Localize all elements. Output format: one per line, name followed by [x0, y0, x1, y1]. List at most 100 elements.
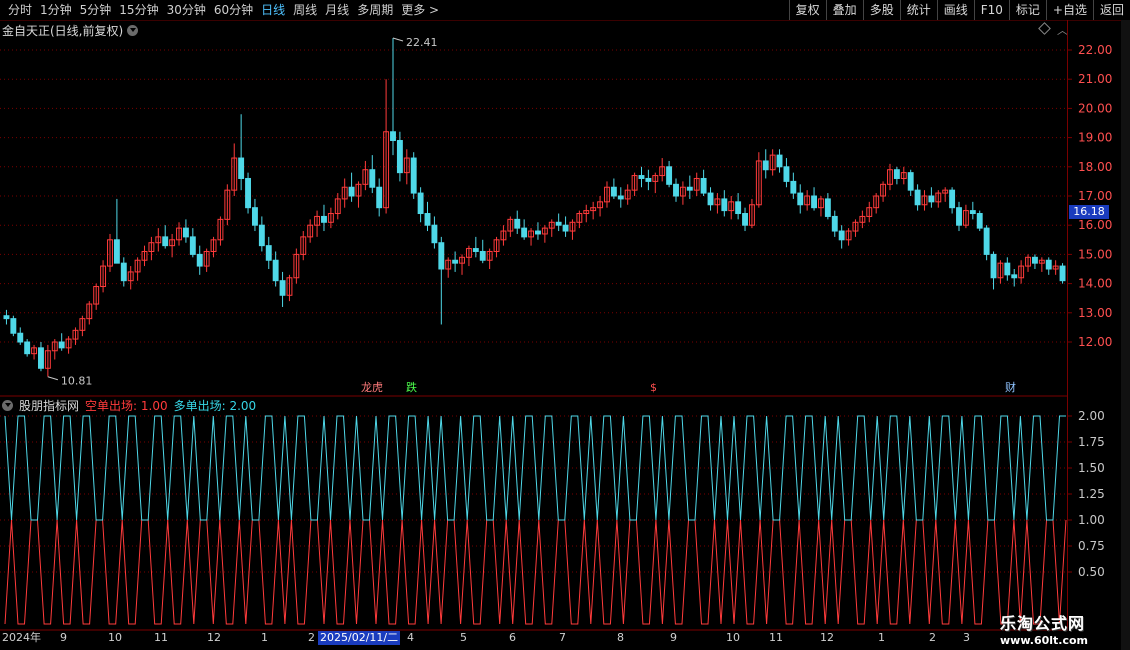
indicator-tick-label: 0.50	[1078, 565, 1105, 579]
indicator-tick-label: 0.75	[1078, 539, 1105, 553]
candle-body	[514, 218, 521, 229]
candle-body	[472, 248, 479, 252]
high-pointer	[392, 37, 404, 42]
candle-body	[776, 154, 783, 168]
candle-body	[645, 177, 652, 182]
marker-die[interactable]: 跌	[406, 382, 417, 394]
indicator-tick-label: 2.00	[1078, 409, 1105, 423]
watermark-title: 乐淘公式网	[1000, 614, 1086, 633]
y-tick-label: 17.00	[1078, 189, 1112, 203]
candle-body	[410, 157, 417, 194]
date-label: 1	[261, 631, 268, 644]
candle-body	[58, 341, 65, 349]
candle-body	[638, 175, 645, 179]
y-tick-label: 22.00	[1078, 43, 1112, 57]
low-pointer	[47, 376, 59, 381]
candle-body	[1011, 274, 1018, 279]
duo-label: 多单出场: 2.00	[173, 398, 257, 413]
date-label: 11	[154, 631, 168, 644]
candle-body	[17, 332, 24, 343]
y-tick-label: 20.00	[1078, 101, 1112, 115]
candle-body	[797, 192, 804, 206]
marker-cai[interactable]: 财	[1005, 382, 1016, 394]
candle-body	[1031, 256, 1038, 264]
candle-body	[893, 169, 900, 179]
candle-body	[272, 259, 279, 282]
watermark-url: www.60lt.com	[1000, 634, 1089, 647]
axis-separator	[1067, 20, 1068, 630]
candle-body	[666, 166, 673, 185]
candle-body	[928, 195, 935, 203]
indicator-tick-label: 1.50	[1078, 461, 1105, 475]
candle-body	[617, 195, 624, 200]
date-label: 6	[509, 631, 516, 644]
candle-body	[120, 262, 127, 282]
candle-body	[390, 131, 396, 142]
candle-body	[369, 169, 376, 188]
candle-body	[562, 224, 569, 232]
candle-body	[245, 177, 251, 209]
candle-body	[396, 140, 403, 174]
candle-body	[976, 213, 983, 229]
date-axis: 2024年 9 10 11 12 1 2 4 5 6 7 8 9 10 11 1…	[0, 631, 1068, 645]
candle-body	[113, 239, 120, 264]
watermark: 乐淘公式网 www.60lt.com	[1000, 610, 1088, 647]
date-label: 10	[108, 631, 122, 644]
candle-body	[196, 253, 203, 267]
candle-body	[983, 227, 990, 255]
date-label: 11	[769, 631, 783, 644]
right-scroll-strip[interactable]	[1121, 20, 1130, 650]
candle-body	[417, 192, 424, 215]
low-label: 10.81	[61, 375, 93, 388]
date-label: 5	[460, 631, 467, 644]
candle-body	[956, 207, 962, 226]
marker-longhu[interactable]: 龙虎	[361, 382, 383, 394]
candle-body	[555, 221, 562, 226]
candle-body	[969, 210, 976, 215]
candle-body	[721, 198, 728, 212]
candle-body	[1059, 265, 1066, 282]
candle-body	[686, 186, 693, 191]
date-label: 9	[670, 631, 677, 644]
candle-body	[707, 192, 714, 206]
candle-body	[376, 186, 383, 209]
indicator-tick-label: 1.75	[1078, 435, 1105, 449]
candle-body	[742, 213, 748, 226]
date-label: 2024年	[2, 631, 41, 644]
candle-body	[251, 207, 258, 226]
candle-body	[258, 224, 265, 247]
y-tick-label: 15.00	[1078, 247, 1112, 261]
candle-body	[1004, 262, 1011, 276]
candle-body	[38, 347, 44, 369]
candle-body	[535, 230, 541, 235]
date-label: 7	[559, 631, 566, 644]
date-label: 4	[407, 631, 414, 644]
date-label: 3	[963, 631, 970, 644]
indicator-tick-label: 1.00	[1078, 513, 1105, 527]
candle-body	[914, 189, 921, 206]
y-tick-label: 12.00	[1078, 335, 1112, 349]
indicator-tick-label: 1.25	[1078, 487, 1105, 501]
candle-body	[321, 215, 327, 223]
date-label: 2	[308, 631, 315, 644]
date-label: 9	[60, 631, 67, 644]
candle-body	[521, 227, 528, 238]
date-label: 2	[929, 631, 936, 644]
indicator-title: 股朋指标网 空单出场: 1.00 多单出场: 2.00	[2, 398, 257, 413]
candle-body	[265, 245, 272, 261]
candle-body	[811, 195, 818, 209]
candle-body	[348, 186, 355, 197]
candle-body	[610, 186, 617, 197]
indicator-dropdown-icon[interactable]	[2, 399, 13, 411]
date-label: 8	[617, 631, 624, 644]
y-tick-label: 21.00	[1078, 72, 1112, 86]
candle-body	[279, 280, 286, 296]
candle-body	[990, 253, 997, 279]
y-tick-label: 18.00	[1078, 160, 1112, 174]
candle-body	[762, 160, 769, 171]
date-label: 1	[878, 631, 885, 644]
chart-canvas: 12.00 13.00 14.00 15.00 16.00 17.00 18.00 19.00…	[0, 36, 1112, 631]
candle-body	[790, 180, 797, 194]
marker-dollar[interactable]: $	[650, 382, 657, 394]
candle-body	[424, 213, 431, 226]
